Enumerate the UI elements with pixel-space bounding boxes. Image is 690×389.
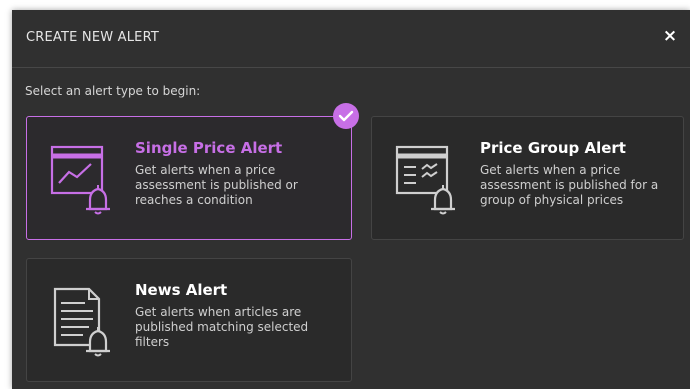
news-document-bell-icon — [49, 287, 119, 357]
news-alert-card[interactable]: News Alert Get alerts when articles are … — [26, 258, 352, 382]
dialog-title: CREATE NEW ALERT — [26, 30, 159, 45]
card-title: News Alert — [135, 281, 228, 299]
price-group-bell-icon — [394, 145, 464, 215]
price-group-alert-card[interactable]: Price Group Alert Get alerts when a pric… — [371, 116, 684, 240]
card-title: Single Price Alert — [135, 139, 283, 157]
card-description: Get alerts when a price assessment is pu… — [480, 163, 659, 207]
close-button[interactable]: × — [660, 26, 680, 46]
card-description: Get alerts when a price assessment is pu… — [135, 163, 298, 207]
dialog-header: CREATE NEW ALERT × — [12, 10, 690, 68]
price-chart-bell-icon — [49, 145, 119, 215]
create-alert-dialog: CREATE NEW ALERT × Select an alert type … — [12, 10, 690, 389]
single-price-alert-card[interactable]: Single Price Alert Get alerts when a pri… — [26, 103, 359, 240]
selected-check-icon — [333, 103, 359, 129]
card-title: Price Group Alert — [480, 139, 626, 157]
card-description: Get alerts when articles are published m… — [135, 305, 309, 349]
instruction-text: Select an alert type to begin: — [25, 84, 201, 98]
